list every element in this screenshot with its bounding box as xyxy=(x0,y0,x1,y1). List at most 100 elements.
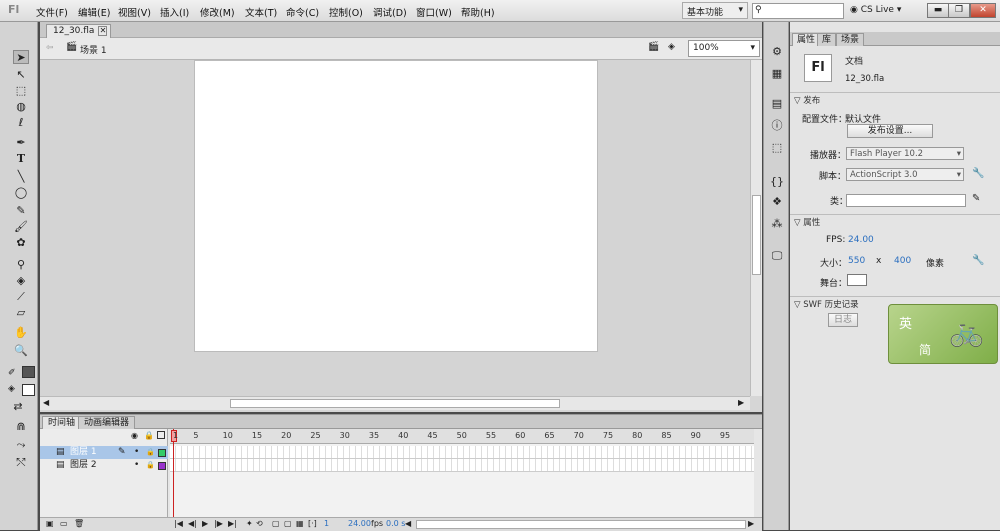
scroll-right-icon[interactable]: ▶ xyxy=(748,519,754,528)
eye-icon[interactable]: ◉ xyxy=(131,431,138,440)
play-icon[interactable]: ▶ xyxy=(202,519,208,528)
3d-rotation-tool-icon[interactable]: ◍ xyxy=(13,100,29,114)
motion-presets-icon[interactable]: ⚙ xyxy=(770,46,784,58)
brush-tool-icon[interactable]: 🖌 xyxy=(13,220,29,234)
selection-tool-icon[interactable]: ➤ xyxy=(13,50,29,64)
frame-row[interactable] xyxy=(170,459,754,472)
height-value[interactable]: 400 xyxy=(894,256,911,266)
output-icon[interactable]: 🖵 xyxy=(770,250,784,262)
onion-skin-icon[interactable]: ▢ xyxy=(272,519,280,528)
tab-timeline[interactable]: 时间轴 xyxy=(42,416,82,429)
menu-control[interactable]: 控制(O) xyxy=(329,5,363,19)
center-frame-icon[interactable]: ✦ xyxy=(246,519,253,528)
menu-text[interactable]: 文本(T) xyxy=(245,5,277,19)
wrench-icon[interactable]: 🔧 xyxy=(972,255,984,266)
pencil-tool-icon[interactable]: ✎ xyxy=(13,204,29,218)
scroll-right-icon[interactable]: ▶ xyxy=(738,398,744,407)
new-folder-icon[interactable]: ▭ xyxy=(60,519,68,528)
cs-live-button[interactable]: ◉ CS Live ▾ xyxy=(850,5,901,15)
edit-class-icon[interactable]: ✎ xyxy=(972,193,980,204)
layer-color-swatch[interactable] xyxy=(158,462,166,470)
oval-tool-icon[interactable]: ◯ xyxy=(13,186,29,200)
fps-value[interactable]: 24.00 xyxy=(848,235,874,245)
wrench-icon[interactable]: 🔧 xyxy=(972,168,984,179)
menu-insert[interactable]: 插入(I) xyxy=(160,5,189,19)
restore-button[interactable]: ❐ xyxy=(948,3,970,18)
smooth-icon[interactable]: ⤳ xyxy=(13,438,29,452)
menu-modify[interactable]: 修改(M) xyxy=(200,5,235,19)
horizontal-scroll-thumb[interactable] xyxy=(230,399,560,408)
prev-frame-icon[interactable]: ◀| xyxy=(188,519,197,528)
player-select[interactable]: Flash Player 10.2 ▾ xyxy=(846,147,964,160)
help-search-input[interactable]: ⚲ xyxy=(752,3,844,19)
motion-icon[interactable]: ⁂ xyxy=(770,218,784,230)
visible-dot-icon[interactable]: • xyxy=(134,459,139,472)
hand-tool-icon[interactable]: ✋ xyxy=(13,326,29,340)
paint-bucket-tool-icon[interactable]: ◈ xyxy=(13,274,29,288)
lock-icon[interactable]: 🔒 xyxy=(146,459,155,472)
scroll-left-icon[interactable]: ◀ xyxy=(43,398,49,407)
log-button[interactable]: 日志 xyxy=(828,313,858,327)
line-tool-icon[interactable]: ╲ xyxy=(13,170,29,184)
vertical-scrollbar[interactable] xyxy=(750,60,762,396)
tab-motion-editor[interactable]: 动画编辑器 xyxy=(78,416,136,429)
first-frame-icon[interactable]: |◀ xyxy=(174,519,183,528)
section-properties[interactable]: ▽ 属性 xyxy=(794,216,820,228)
class-input[interactable] xyxy=(846,194,966,207)
menu-file[interactable]: 文件(F) xyxy=(36,5,68,19)
menu-help[interactable]: 帮助(H) xyxy=(461,5,495,19)
loop-icon[interactable]: ⟲ xyxy=(256,519,263,528)
menu-commands[interactable]: 命令(C) xyxy=(286,5,319,19)
stage[interactable] xyxy=(194,60,598,352)
free-transform-tool-icon[interactable]: ⬚ xyxy=(13,84,29,98)
close-button[interactable]: ✕ xyxy=(970,3,996,18)
eyedropper-tool-icon[interactable]: ⟋ xyxy=(13,290,29,304)
workspace-switcher[interactable]: 基本功能 ▾ xyxy=(682,2,748,19)
frame-row[interactable] xyxy=(170,446,754,459)
components-icon[interactable]: ❖ xyxy=(770,196,784,208)
library-grid-icon[interactable]: ▦ xyxy=(770,68,784,80)
menu-edit[interactable]: 编辑(E) xyxy=(78,5,110,19)
stage-color-swatch[interactable] xyxy=(847,274,867,286)
horizontal-scrollbar[interactable]: ◀ ▶ xyxy=(40,396,750,410)
visible-dot-icon[interactable]: • xyxy=(134,446,139,459)
section-swf-history[interactable]: ▽ SWF 历史记录 xyxy=(794,298,859,310)
snap-to-objects-icon[interactable]: ⋒ xyxy=(13,420,29,434)
section-publish[interactable]: ▽ 发布 xyxy=(794,94,820,106)
document-tab[interactable]: 12_30.fla ✕ xyxy=(46,24,112,38)
fill-color-swatch[interactable] xyxy=(22,384,35,396)
lock-icon[interactable]: 🔒 xyxy=(144,431,154,440)
edit-symbols-icon[interactable]: ◈ xyxy=(668,42,675,52)
next-frame-icon[interactable]: |▶ xyxy=(214,519,223,528)
text-tool-icon[interactable]: T xyxy=(13,152,29,166)
layer-row[interactable]: ▤ 图层 2 • 🔒 xyxy=(40,459,168,472)
eraser-tool-icon[interactable]: ▱ xyxy=(13,306,29,320)
script-select[interactable]: ActionScript 3.0 ▾ xyxy=(846,168,964,181)
minimize-button[interactable]: ▬ xyxy=(927,3,949,18)
delete-layer-icon[interactable]: 🗑 xyxy=(74,519,84,528)
modify-markers-icon[interactable]: [·] xyxy=(308,519,317,528)
bone-tool-icon[interactable]: ⚲ xyxy=(13,258,29,272)
onion-outline-icon[interactable]: ▢ xyxy=(284,519,292,528)
input-method-sticker[interactable]: 英 简 🚲 xyxy=(888,304,998,364)
outline-icon[interactable] xyxy=(157,431,165,439)
lasso-tool-icon[interactable]: ℓ xyxy=(13,116,29,130)
menu-window[interactable]: 窗口(W) xyxy=(416,5,452,19)
info-icon[interactable]: ⓘ xyxy=(770,120,784,132)
straighten-icon[interactable]: ⤲ xyxy=(13,456,29,470)
menu-view[interactable]: 视图(V) xyxy=(118,5,151,19)
swap-colors-icon[interactable]: ⇄ xyxy=(10,400,26,414)
layer-row[interactable]: ▤ 图层 1 ✎ • 🔒 xyxy=(40,446,168,459)
lock-icon[interactable]: 🔒 xyxy=(146,446,155,459)
menu-debug[interactable]: 调试(D) xyxy=(373,5,407,19)
close-tab-icon[interactable]: ✕ xyxy=(98,26,108,36)
new-layer-icon[interactable]: ▣ xyxy=(46,519,54,528)
edit-multiple-icon[interactable]: ▦ xyxy=(296,519,304,528)
timeline-scroll-thumb[interactable] xyxy=(416,520,746,529)
last-frame-icon[interactable]: ▶| xyxy=(228,519,237,528)
publish-settings-button[interactable]: 发布设置... xyxy=(847,124,933,138)
deco-tool-icon[interactable]: ✿ xyxy=(13,236,29,250)
layer-color-swatch[interactable] xyxy=(158,449,166,457)
zoom-tool-icon[interactable]: 🔍 xyxy=(13,344,29,358)
transform-icon[interactable]: ⬚ xyxy=(770,142,784,154)
